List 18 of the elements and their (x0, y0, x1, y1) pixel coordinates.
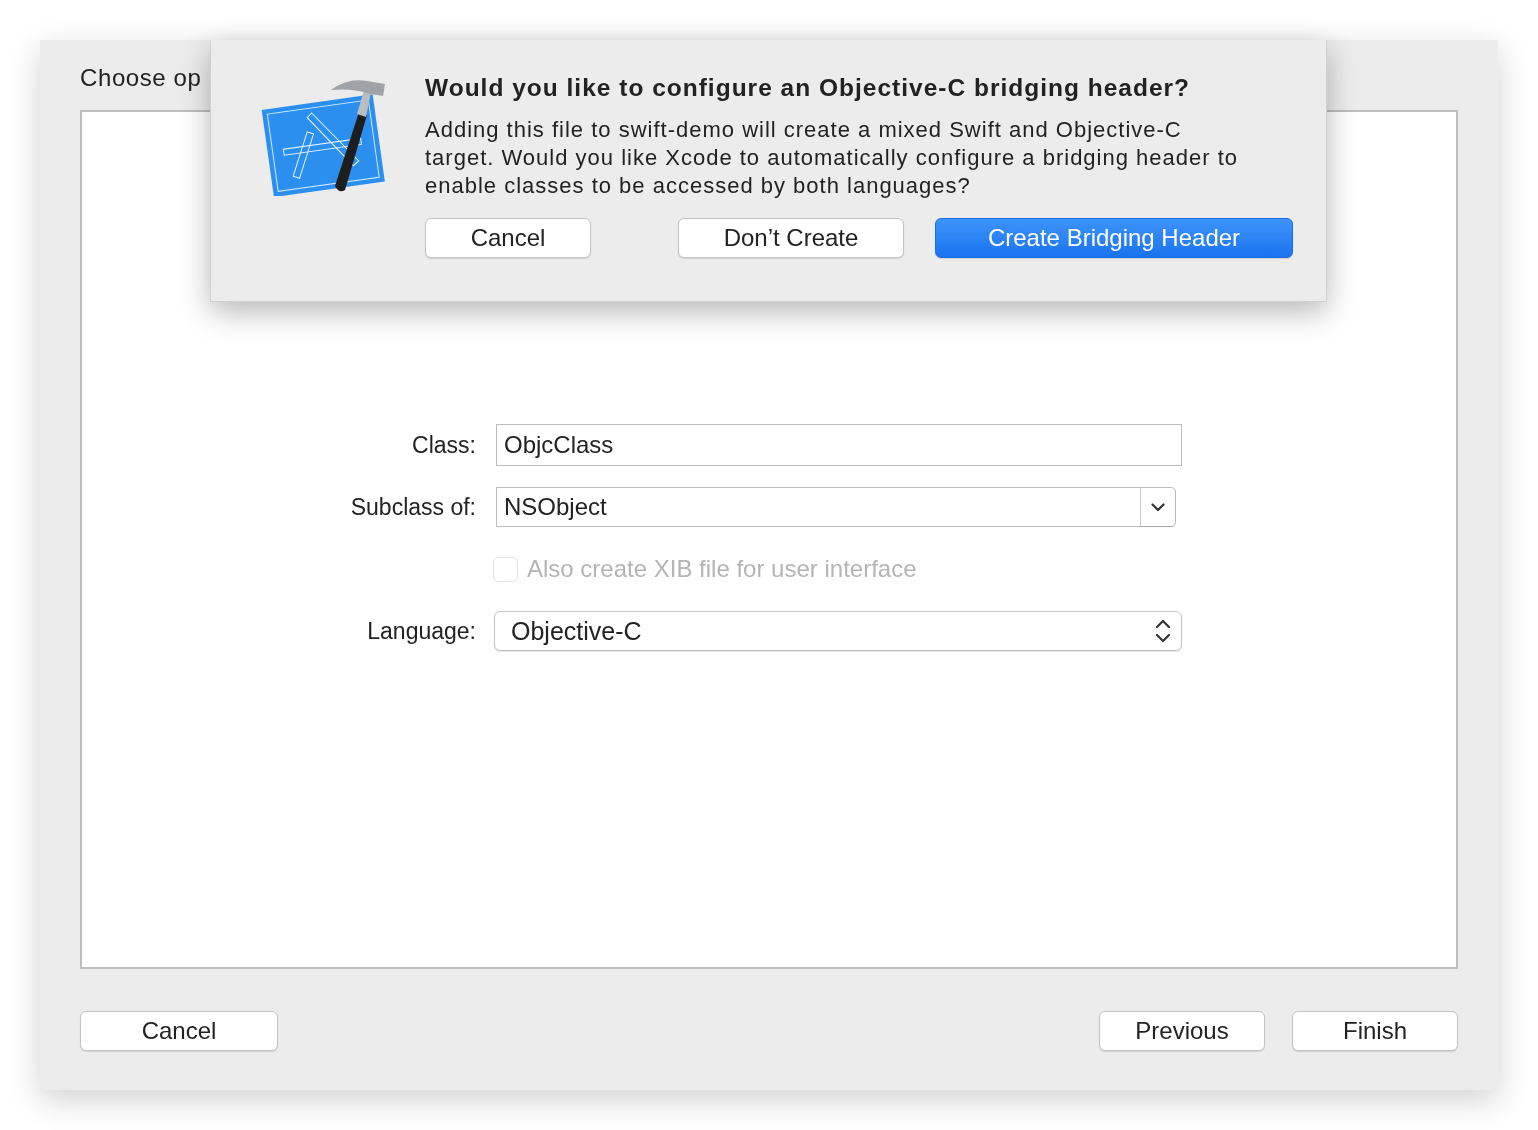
cancel-button[interactable]: Cancel (80, 1011, 278, 1051)
field-label: Subclass of: (349, 493, 476, 521)
window-title: Choose op (80, 64, 202, 92)
text-field[interactable]: ObjcClass (496, 424, 1182, 466)
alert-title: Would you like to configure an Objective-C bridging header? (425, 74, 1191, 102)
field-label: Language: (366, 617, 476, 645)
chevron-down-icon (1151, 502, 1165, 512)
checkbox-label: Also create XIB file for user interface (527, 555, 917, 583)
create-header-button[interactable]: Create Bridging Header (935, 218, 1293, 258)
field-label: Class: (411, 431, 476, 459)
up-down-chevron-icon (1155, 618, 1171, 644)
finish-button[interactable]: Finish (1292, 1011, 1458, 1051)
previous-button[interactable]: Previous (1099, 1011, 1265, 1051)
dont-create-button[interactable]: Don’t Create (678, 218, 904, 258)
alert-message: Adding this file to swift-demo will create a mixed Swift and Objective-C target. Would you like Xcode to automatically configure a bridging header to enable classes to be accessed by both languages? (425, 116, 1240, 200)
popup-button[interactable]: Objective-C (494, 611, 1182, 651)
cancel-button[interactable]: Cancel (425, 218, 591, 258)
combo-box[interactable]: NSObject (496, 487, 1176, 527)
